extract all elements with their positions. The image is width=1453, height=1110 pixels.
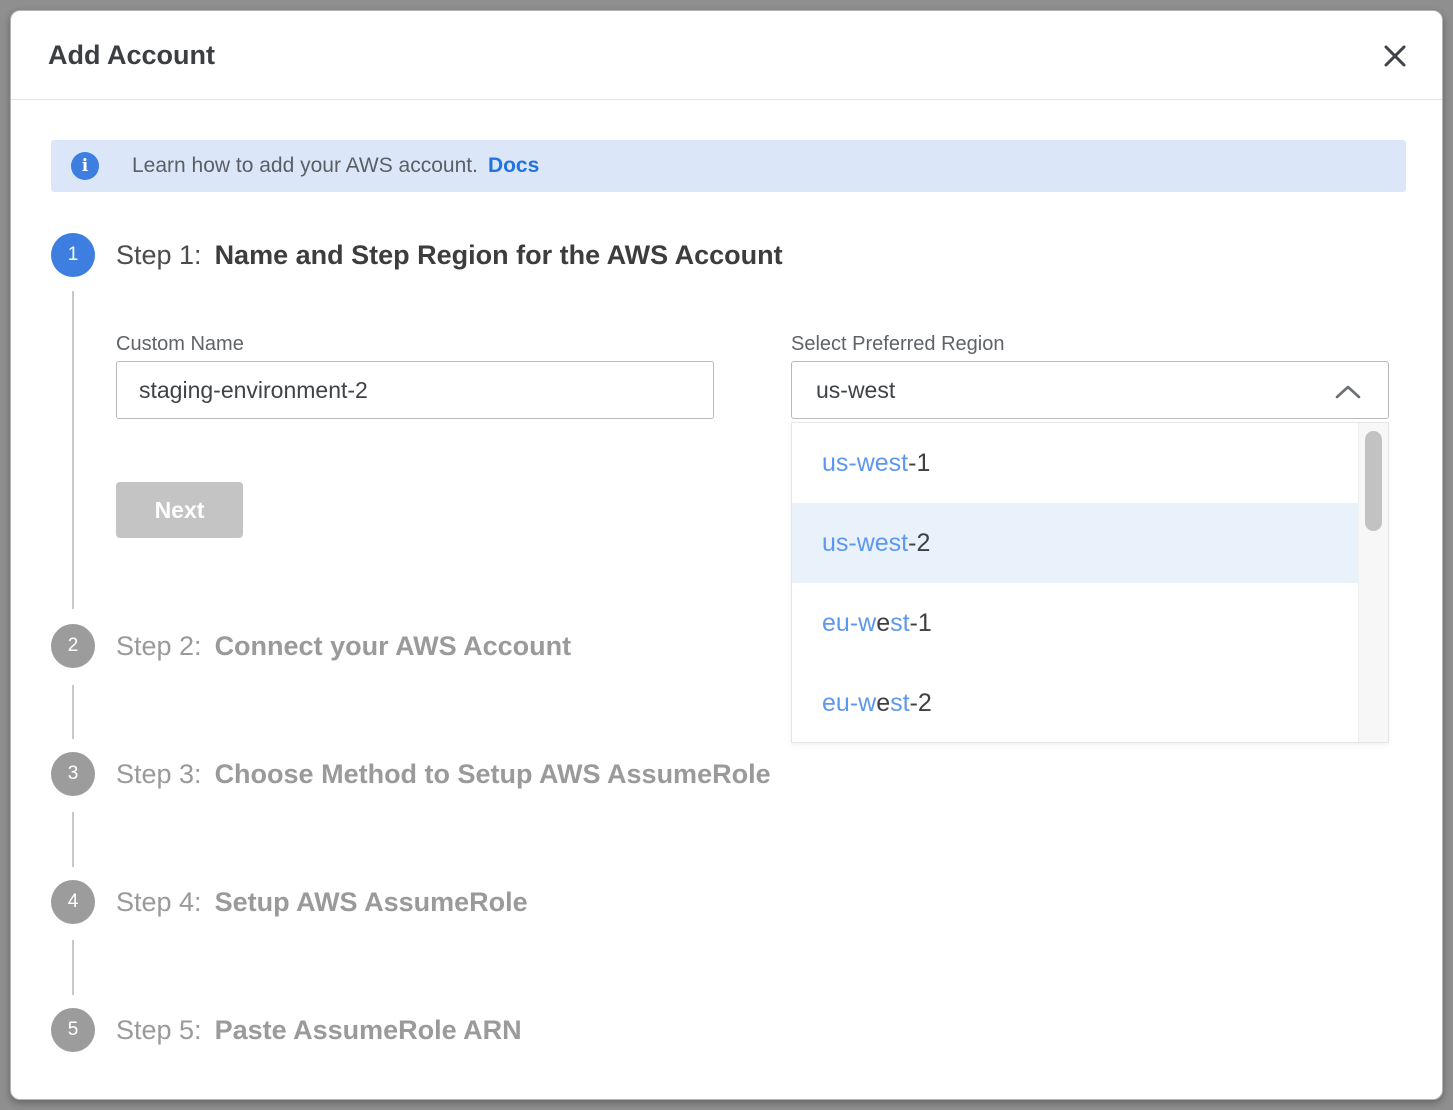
region-value: us-west [816, 377, 895, 404]
option-text-segment: eu-w [822, 609, 876, 638]
step-name: Choose Method to Setup AWS AssumeRole [215, 759, 771, 790]
step-connector [72, 812, 74, 867]
add-account-modal: Add Account i Learn how to add your AWS … [10, 10, 1443, 1100]
step-connector [72, 291, 74, 609]
step-name: Paste AssumeRole ARN [215, 1015, 522, 1046]
step-number: 2 [68, 635, 79, 657]
step-connector [72, 685, 74, 739]
option-text-segment: e [876, 689, 890, 718]
step-number: 1 [68, 244, 79, 266]
docs-link[interactable]: Docs [488, 154, 539, 178]
option-text-segment: st [890, 689, 909, 718]
step-prefix: Step 5: [116, 1015, 202, 1046]
step-number: 5 [68, 1019, 79, 1041]
region-dropdown-list: us-west-1us-west-2eu-west-1eu-west-2 [792, 423, 1358, 742]
option-text-segment: us-west [822, 529, 908, 558]
step-number: 3 [68, 763, 79, 785]
step-4-badge: 4 [51, 880, 95, 924]
option-text-segment: e [876, 609, 890, 638]
step-prefix: Step 1: [116, 240, 202, 271]
custom-name-label: Custom Name [116, 333, 244, 356]
option-text-segment: us-west [822, 449, 908, 478]
option-text-segment: -2 [910, 689, 932, 718]
custom-name-input[interactable] [116, 361, 714, 419]
dropdown-option[interactable]: eu-west-1 [792, 583, 1358, 663]
step-name: Name and Step Region for the AWS Account [215, 240, 783, 271]
option-text-segment: -2 [908, 529, 930, 558]
step-prefix: Step 3: [116, 759, 202, 790]
step-name: Setup AWS AssumeRole [215, 887, 528, 918]
step-5-header: Step 5: Paste AssumeRole ARN [116, 1008, 522, 1052]
info-banner: i Learn how to add your AWS account. Doc… [51, 140, 1406, 192]
option-text-segment: eu-w [822, 689, 876, 718]
banner-text: Learn how to add your AWS account. [132, 154, 478, 178]
step-1-badge: 1 [51, 233, 95, 277]
step-connector [72, 940, 74, 995]
close-icon [1382, 43, 1408, 69]
step-3-badge: 3 [51, 752, 95, 796]
dropdown-option[interactable]: eu-west-2 [792, 663, 1358, 743]
step-4-header: Step 4: Setup AWS AssumeRole [116, 880, 528, 924]
dropdown-option[interactable]: us-west-1 [792, 423, 1358, 503]
next-button[interactable]: Next [116, 482, 243, 538]
modal-header: Add Account [11, 11, 1442, 100]
close-button[interactable] [1374, 35, 1416, 77]
option-text-segment: -1 [908, 449, 930, 478]
dropdown-option[interactable]: us-west-2 [792, 503, 1358, 583]
dropdown-scrollbar-thumb[interactable] [1365, 431, 1382, 531]
dropdown-scrollbar-track[interactable] [1358, 423, 1388, 742]
region-dropdown: us-west-1us-west-2eu-west-1eu-west-2 [791, 422, 1389, 743]
step-1-header: Step 1: Name and Step Region for the AWS… [116, 233, 783, 277]
info-icon: i [71, 152, 99, 180]
info-icon-glyph: i [82, 156, 88, 176]
step-2-badge: 2 [51, 624, 95, 668]
option-text-segment: -1 [910, 609, 932, 638]
step-2-header: Step 2: Connect your AWS Account [116, 624, 571, 668]
region-combobox[interactable]: us-west [791, 361, 1389, 419]
step-prefix: Step 2: [116, 631, 202, 662]
step-number: 4 [68, 891, 79, 913]
region-label: Select Preferred Region [791, 333, 1004, 356]
option-text-segment: st [890, 609, 909, 638]
chevron-up-icon[interactable] [1334, 384, 1362, 405]
step-prefix: Step 4: [116, 887, 202, 918]
step-3-header: Step 3: Choose Method to Setup AWS Assum… [116, 752, 771, 796]
step-5-badge: 5 [51, 1008, 95, 1052]
step-name: Connect your AWS Account [215, 631, 572, 662]
modal-title: Add Account [48, 11, 215, 100]
